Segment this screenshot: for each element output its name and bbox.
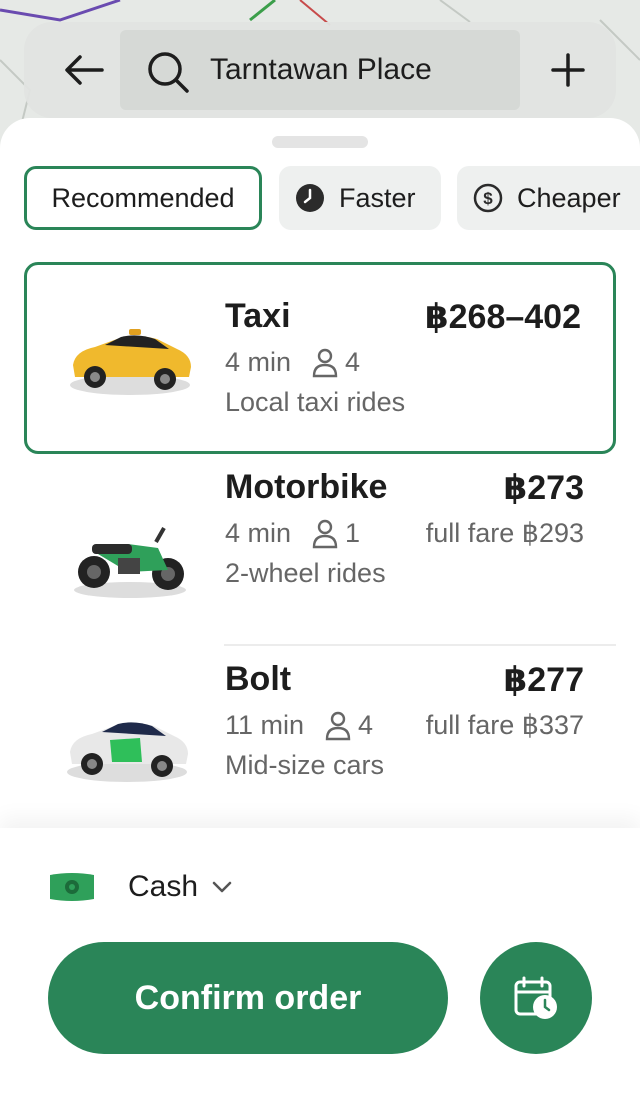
person-icon (312, 519, 338, 548)
ride-meta: 4 min 1 (225, 518, 360, 549)
ride-option-taxi[interactable]: Taxi ฿268–402 4 min 4 Local taxi rides (24, 262, 616, 454)
ride-description: Local taxi rides (225, 387, 406, 417)
ride-price: ฿277 (503, 661, 584, 699)
ride-price: ฿268–402 (424, 298, 581, 336)
ride-meta: 11 min 4 (225, 710, 373, 741)
ride-option-motorbike[interactable]: Motorbike ฿273 4 min 1 full fare ฿293 2-… (24, 458, 616, 644)
destination-search-field[interactable]: Tarntawan Place (120, 30, 520, 110)
ride-name: Bolt (225, 660, 292, 698)
ride-name: Taxi (225, 297, 291, 335)
dollar-icon: $ (473, 183, 503, 213)
ride-full-fare: full fare ฿337 (425, 710, 584, 740)
filter-label: Cheaper (517, 182, 621, 213)
filter-label: Faster (339, 182, 416, 213)
motorbike-image (74, 527, 186, 598)
ride-description: 2-wheel rides (225, 558, 386, 588)
order-footer: Cash Confirm order (0, 828, 640, 1102)
filter-faster[interactable]: Faster (279, 166, 441, 230)
add-stop-button[interactable] (544, 42, 592, 98)
person-icon (312, 348, 338, 377)
search-value[interactable]: Tarntawan Place (210, 30, 432, 110)
clock-icon (296, 184, 324, 212)
ride-eta: 4 min (225, 518, 292, 548)
svg-text:$: $ (483, 189, 493, 208)
ride-name: Motorbike (225, 468, 388, 506)
ride-seats: 1 (345, 518, 361, 548)
sheet-drag-handle[interactable] (272, 136, 368, 148)
option-divider (224, 644, 616, 646)
ride-eta: 11 min (225, 710, 305, 740)
ride-seats: 4 (358, 710, 374, 740)
ride-price: ฿273 (503, 469, 584, 507)
cash-icon (50, 873, 94, 901)
ride-meta: 4 min 4 (225, 347, 360, 378)
chevron-down-icon (212, 881, 232, 893)
ride-full-fare: full fare ฿293 (425, 518, 584, 548)
taxi-car-image (70, 329, 191, 395)
schedule-ride-button[interactable] (480, 942, 592, 1054)
confirm-order-button[interactable]: Confirm order (48, 942, 448, 1054)
ride-seats: 4 (345, 347, 361, 377)
back-button[interactable] (56, 42, 112, 98)
filter-recommended[interactable]: Recommended (24, 166, 262, 230)
search-bar: Tarntawan Place (24, 22, 616, 118)
filter-cheaper[interactable]: $ Cheaper (457, 166, 640, 230)
filter-label: Recommended (51, 182, 235, 213)
payment-method-label: Cash (128, 870, 199, 903)
ride-option-bolt[interactable]: Bolt ฿277 11 min 4 full fare ฿337 Mid-si… (24, 650, 616, 830)
filter-chips: Recommended Faster $ Cheaper (24, 166, 640, 230)
calendar-clock-icon (514, 976, 557, 1019)
payment-method-selector[interactable]: Cash (48, 864, 232, 910)
search-icon (148, 52, 189, 93)
ride-eta: 4 min (225, 347, 292, 377)
bolt-car-image (67, 722, 188, 782)
arrow-left-icon (65, 55, 104, 85)
plus-icon (551, 53, 585, 87)
ride-description: Mid-size cars (225, 750, 385, 780)
person-icon (325, 711, 351, 740)
